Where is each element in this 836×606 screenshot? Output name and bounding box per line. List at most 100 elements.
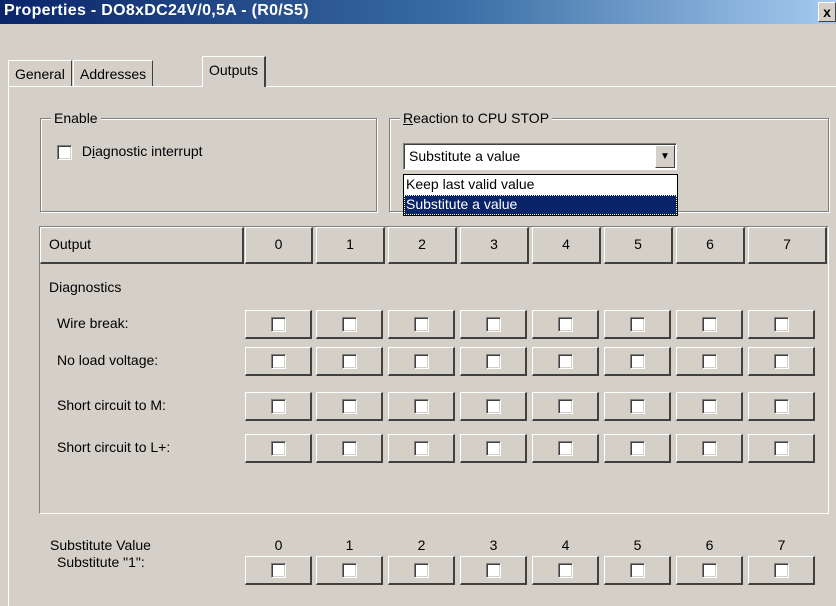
- table-cell: [604, 434, 671, 463]
- diagnostic-checkbox-3-4[interactable]: [558, 441, 573, 456]
- column-header-6: 6: [676, 227, 745, 264]
- diagnostic-checkbox-1-7[interactable]: [774, 354, 789, 369]
- title-bar: Properties - DO8xDC24V/0,5A - (R0/S5) x: [0, 0, 836, 24]
- diagnostic-checkbox-3-7[interactable]: [774, 441, 789, 456]
- diagnostic-checkbox-0-4[interactable]: [558, 317, 573, 332]
- diagnostic-checkbox-1-5[interactable]: [630, 354, 645, 369]
- diagnostic-checkbox-0-0[interactable]: [271, 317, 286, 332]
- enable-group: Enable Diagnostic interrupt: [40, 110, 377, 212]
- table-cell: [388, 310, 455, 339]
- table-cell: [388, 347, 455, 376]
- table-cell: [460, 434, 527, 463]
- output-header: Output: [40, 227, 244, 264]
- diagnostic-checkbox-2-6[interactable]: [702, 399, 717, 414]
- table-cell: [748, 434, 815, 463]
- column-header-3: 3: [460, 227, 529, 264]
- chevron-down-icon: ▼: [660, 151, 670, 162]
- diagnostics-section-label: Diagnostics: [49, 279, 122, 295]
- table-cell: [676, 310, 743, 339]
- table-cell: [676, 347, 743, 376]
- substitute-1-label: Substitute "1":: [57, 554, 145, 570]
- substitute-column-header-2: 2: [417, 537, 426, 553]
- substitute-value-label: Substitute Value: [50, 537, 151, 553]
- tab-outputs[interactable]: Outputs: [202, 56, 267, 87]
- table-cell: [604, 347, 671, 376]
- diagnostic-interrupt-checkbox[interactable]: [57, 144, 72, 160]
- substitute-checkbox-7[interactable]: [774, 563, 789, 578]
- window-title: Properties - DO8xDC24V/0,5A - (R0/S5): [4, 2, 309, 19]
- table-cell: [532, 392, 599, 421]
- diagnostic-checkbox-0-7[interactable]: [774, 317, 789, 332]
- substitute-checkbox-4[interactable]: [558, 563, 573, 578]
- row-label: No load voltage:: [57, 352, 159, 368]
- diagnostic-interrupt-label: Diagnostic interrupt: [81, 143, 203, 159]
- tab-general[interactable]: General: [8, 60, 72, 86]
- reaction-legend: Reaction to CPU STOP: [400, 110, 553, 126]
- table-cell: [460, 556, 527, 585]
- table-cell: [532, 347, 599, 376]
- close-button[interactable]: x: [818, 2, 836, 22]
- tab-addresses[interactable]: Addresses: [73, 60, 154, 86]
- tab-addresses-label: Addresses: [80, 66, 147, 82]
- diagnostic-checkbox-0-2[interactable]: [414, 317, 429, 332]
- diagnostic-checkbox-1-4[interactable]: [558, 354, 573, 369]
- table-cell: [460, 310, 527, 339]
- dropdown-button[interactable]: ▼: [655, 145, 675, 168]
- row-label: Wire break:: [57, 315, 129, 331]
- diagnostic-checkbox-2-2[interactable]: [414, 399, 429, 414]
- diagnostic-checkbox-3-5[interactable]: [630, 441, 645, 456]
- table-cell: [748, 392, 815, 421]
- diagnostic-checkbox-3-2[interactable]: [414, 441, 429, 456]
- reaction-dropdown-list: Keep last valid value Substitute a value: [403, 174, 678, 216]
- diagnostic-checkbox-0-3[interactable]: [486, 317, 501, 332]
- substitute-checkbox-3[interactable]: [486, 563, 501, 578]
- diagnostic-checkbox-2-3[interactable]: [486, 399, 501, 414]
- diagnostic-checkbox-3-1[interactable]: [342, 441, 357, 456]
- table-cell: [748, 347, 815, 376]
- substitute-checkbox-0[interactable]: [271, 563, 286, 578]
- diagnostic-checkbox-1-3[interactable]: [486, 354, 501, 369]
- substitute-column-header-7: 7: [777, 537, 786, 553]
- table-cell: [388, 392, 455, 421]
- diagnostic-checkbox-2-1[interactable]: [342, 399, 357, 414]
- table-cell: [316, 347, 383, 376]
- substitute-checkbox-2[interactable]: [414, 563, 429, 578]
- substitute-column-header-0: 0: [274, 537, 283, 553]
- table-cell: [460, 347, 527, 376]
- substitute-column-header-3: 3: [489, 537, 498, 553]
- diagnostic-interrupt-option[interactable]: Diagnostic interrupt: [57, 143, 203, 160]
- diagnostic-checkbox-2-0[interactable]: [271, 399, 286, 414]
- table-cell: [245, 347, 312, 376]
- substitute-checkbox-5[interactable]: [630, 563, 645, 578]
- table-cell: [316, 392, 383, 421]
- diagnostic-checkbox-3-3[interactable]: [486, 441, 501, 456]
- diagnostic-checkbox-3-0[interactable]: [271, 441, 286, 456]
- diagnostic-checkbox-1-6[interactable]: [702, 354, 717, 369]
- table-cell: [676, 434, 743, 463]
- diagnostic-checkbox-1-0[interactable]: [271, 354, 286, 369]
- reaction-select[interactable]: Substitute a value ▼: [403, 143, 677, 170]
- substitute-checkbox-6[interactable]: [702, 563, 717, 578]
- diagnostic-checkbox-1-2[interactable]: [414, 354, 429, 369]
- table-cell: [604, 556, 671, 585]
- table-cell: [532, 434, 599, 463]
- dropdown-option-keep-last[interactable]: Keep last valid value: [404, 175, 677, 195]
- table-cell: [316, 556, 383, 585]
- diagnostic-checkbox-0-5[interactable]: [630, 317, 645, 332]
- diagnostic-checkbox-1-1[interactable]: [342, 354, 357, 369]
- substitute-column-header-4: 4: [561, 537, 570, 553]
- tab-outputs-label: Outputs: [209, 62, 259, 78]
- table-cell: [245, 392, 312, 421]
- substitute-checkbox-1[interactable]: [342, 563, 357, 578]
- diagnostic-checkbox-0-1[interactable]: [342, 317, 357, 332]
- table-cell: [245, 434, 312, 463]
- diagnostic-checkbox-2-5[interactable]: [630, 399, 645, 414]
- table-cell: [460, 392, 527, 421]
- diagnostic-checkbox-2-7[interactable]: [774, 399, 789, 414]
- table-cell: [316, 434, 383, 463]
- tab-general-label: General: [15, 66, 65, 82]
- diagnostic-checkbox-2-4[interactable]: [558, 399, 573, 414]
- diagnostic-checkbox-0-6[interactable]: [702, 317, 717, 332]
- diagnostic-checkbox-3-6[interactable]: [702, 441, 717, 456]
- dropdown-option-substitute[interactable]: Substitute a value: [404, 195, 677, 215]
